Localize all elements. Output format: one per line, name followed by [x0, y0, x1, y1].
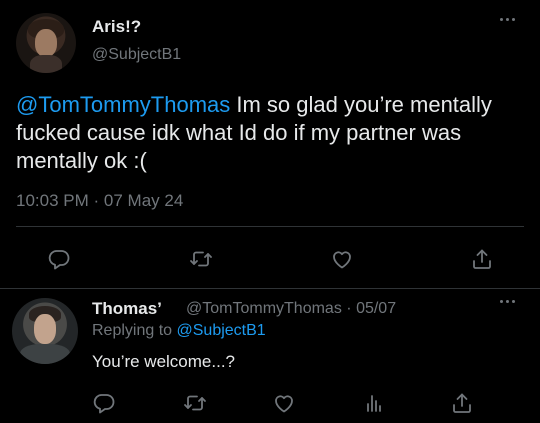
like-button[interactable]	[330, 247, 354, 271]
heart-icon	[333, 251, 351, 269]
tweet-timestamp[interactable]: 10:03 PM · 07 May 24	[16, 191, 183, 211]
more-options-button[interactable]	[500, 18, 515, 21]
retweet-icon	[184, 395, 206, 411]
meta-separator: ·	[93, 191, 100, 210]
reply-author-handle[interactable]: @TomTommyThomas	[186, 300, 342, 317]
reply-date[interactable]: 05/07	[356, 300, 396, 317]
tweet-time: 10:03 PM	[16, 191, 89, 210]
more-dots-icon	[500, 300, 515, 303]
reply-button[interactable]	[47, 247, 71, 271]
retweet-button[interactable]	[189, 247, 213, 271]
reply-like-button[interactable]	[272, 391, 296, 415]
reply-reply-button[interactable]	[92, 391, 116, 415]
share-icon	[453, 393, 471, 413]
analytics-icon	[367, 395, 381, 412]
retweet-icon	[190, 251, 212, 267]
author-display-name[interactable]: Aris!?	[92, 17, 141, 37]
reply-bubble-icon	[48, 250, 70, 270]
reply-bubble-icon	[93, 394, 115, 414]
reply-more-options-button[interactable]	[500, 300, 515, 303]
reply-author-avatar[interactable]	[12, 298, 78, 364]
reply-retweet-button[interactable]	[183, 391, 207, 415]
reply-author-meta: @TomTommyThomas · 05/07	[186, 300, 396, 318]
replying-to-prefix: Replying to	[92, 322, 177, 339]
views-button[interactable]	[362, 391, 386, 415]
author-handle[interactable]: @SubjectB1	[92, 46, 181, 64]
reply-text: You’re welcome...?	[92, 352, 236, 371]
author-avatar[interactable]	[16, 13, 76, 73]
reply-share-button[interactable]	[450, 391, 474, 415]
replying-to: Replying to @SubjectB1	[92, 322, 266, 340]
share-icon	[473, 249, 491, 269]
tweet-text: @TomTommyThomas Im so glad you’re mental…	[16, 91, 524, 175]
tweet-date: 07 May 24	[103, 191, 184, 210]
divider	[16, 226, 524, 227]
mention-link[interactable]: @TomTommyThomas	[16, 92, 230, 117]
divider	[0, 288, 540, 289]
meta-separator: ·	[346, 300, 352, 317]
more-dots-icon	[500, 18, 515, 21]
heart-icon	[275, 395, 293, 413]
share-button[interactable]	[470, 247, 494, 271]
replying-to-link[interactable]: @SubjectB1	[177, 322, 266, 339]
reply-author-display-name[interactable]: Thomas’	[92, 299, 162, 319]
